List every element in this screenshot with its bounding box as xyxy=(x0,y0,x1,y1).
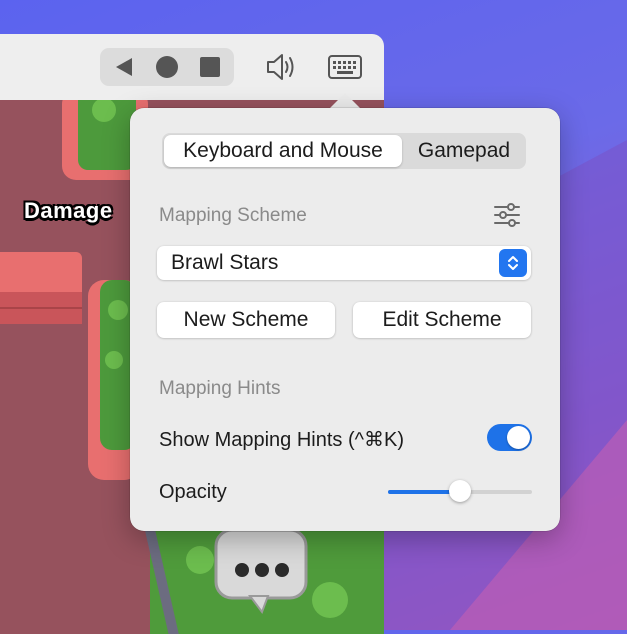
keyboard-button[interactable] xyxy=(323,48,367,86)
opacity-slider[interactable] xyxy=(388,480,532,504)
recents-square-icon xyxy=(200,57,220,77)
scheme-select[interactable]: Brawl Stars xyxy=(157,246,531,280)
recents-button[interactable] xyxy=(188,48,232,86)
mapping-hints-heading: Mapping Hints xyxy=(159,378,281,399)
input-mode-segmented-control: Keyboard and Mouse Gamepad xyxy=(162,133,526,169)
scheme-settings-button[interactable] xyxy=(492,200,522,230)
slider-thumb[interactable] xyxy=(449,480,471,502)
up-down-chevron-icon xyxy=(499,249,527,277)
new-scheme-button[interactable]: New Scheme xyxy=(157,302,335,338)
home-button[interactable] xyxy=(145,48,189,86)
opacity-label: Opacity xyxy=(159,481,227,503)
back-button[interactable] xyxy=(102,48,146,86)
toggle-knob xyxy=(507,426,530,449)
volume-button[interactable] xyxy=(259,48,303,86)
damage-label: Damage xyxy=(24,198,113,223)
tab-gamepad[interactable]: Gamepad xyxy=(404,135,524,167)
tab-keyboard-and-mouse[interactable]: Keyboard and Mouse xyxy=(164,135,402,167)
edit-scheme-button[interactable]: Edit Scheme xyxy=(353,302,531,338)
popover-arrow xyxy=(329,93,361,109)
mapping-popover: Keyboard and Mouse Gamepad Mapping Schem… xyxy=(130,108,560,531)
back-triangle-icon xyxy=(116,58,132,76)
speaker-icon xyxy=(267,54,294,80)
mapping-scheme-heading: Mapping Scheme xyxy=(159,205,307,226)
show-mapping-hints-label: Show Mapping Hints (^⌘K) xyxy=(159,429,405,451)
nav-button-group xyxy=(100,48,234,86)
home-circle-icon xyxy=(156,56,178,78)
scheme-select-value: Brawl Stars xyxy=(171,251,279,274)
show-mapping-hints-toggle[interactable] xyxy=(487,424,532,451)
window-toolbar xyxy=(0,34,384,101)
sliders-icon xyxy=(494,203,520,227)
keyboard-icon xyxy=(328,55,362,79)
